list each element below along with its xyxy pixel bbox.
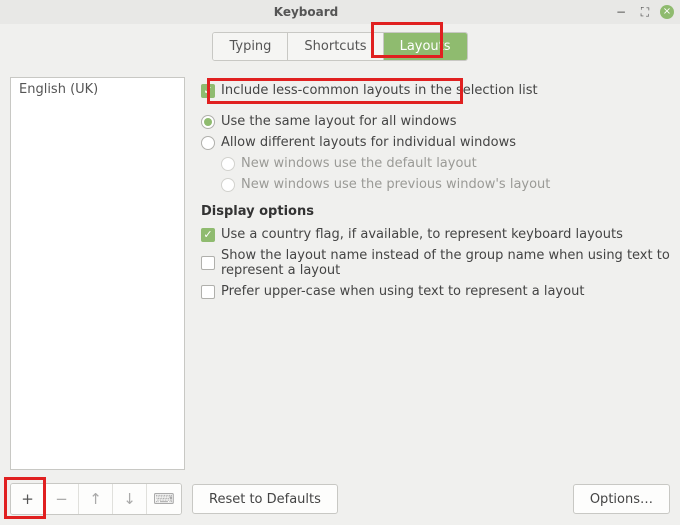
include-less-common-row[interactable]: ✓ Include less-common layouts in the sel… [201, 83, 670, 98]
tab-strip: Typing Shortcuts Layouts [212, 32, 467, 61]
allow-diff-label: Allow different layouts for individual w… [221, 135, 516, 150]
tab-shortcuts[interactable]: Shortcuts [288, 33, 383, 60]
layout-list[interactable]: English (UK) [10, 77, 185, 470]
titlebar: Keyboard − ⛶ × [0, 0, 680, 24]
arrow-down-icon: ↓ [123, 490, 136, 508]
main-area: English (UK) ✓ Include less-common layou… [0, 67, 680, 470]
same-layout-row[interactable]: Use the same layout for all windows [201, 114, 670, 129]
remove-layout-button[interactable]: − [45, 484, 79, 514]
country-flag-row[interactable]: ✓ Use a country flag, if available, to r… [201, 227, 670, 242]
radio-icon[interactable] [201, 136, 215, 150]
reset-defaults-button[interactable]: Reset to Defaults [192, 484, 338, 514]
maximize-icon[interactable]: ⛶ [636, 3, 654, 21]
keyboard-preview-button[interactable]: ⌨ [147, 484, 181, 514]
radio-icon[interactable] [201, 115, 215, 129]
radio-icon [221, 178, 235, 192]
options-button[interactable]: Options… [573, 484, 670, 514]
prefer-upper-label: Prefer upper-case when using text to rep… [221, 284, 584, 299]
prefer-upper-row[interactable]: Prefer upper-case when using text to rep… [201, 284, 670, 299]
checkbox-icon[interactable] [201, 285, 215, 299]
new-win-previous-row: New windows use the previous window's la… [221, 177, 670, 192]
move-down-button[interactable]: ↓ [113, 484, 147, 514]
tab-bar: Typing Shortcuts Layouts [0, 24, 680, 67]
plus-icon: + [21, 490, 34, 508]
list-item[interactable]: English (UK) [11, 78, 184, 101]
checkbox-icon[interactable] [201, 256, 215, 270]
checkbox-icon[interactable]: ✓ [201, 84, 215, 98]
same-layout-label: Use the same layout for all windows [221, 114, 457, 129]
radio-icon [221, 157, 235, 171]
tab-layouts[interactable]: Layouts [384, 33, 467, 60]
close-icon[interactable]: × [660, 5, 674, 19]
window-title: Keyboard [6, 5, 606, 19]
tab-typing[interactable]: Typing [213, 33, 288, 60]
allow-diff-row[interactable]: Allow different layouts for individual w… [201, 135, 670, 150]
include-less-common-label: Include less-common layouts in the selec… [221, 83, 538, 98]
add-layout-button[interactable]: + [11, 484, 45, 514]
content: ✓ Include less-common layouts in the sel… [185, 77, 670, 470]
keyboard-icon: ⌨ [153, 490, 175, 508]
new-win-previous-label: New windows use the previous window's la… [241, 177, 550, 192]
move-up-button[interactable]: ↑ [79, 484, 113, 514]
sidebar: English (UK) [10, 77, 185, 470]
new-win-default-row: New windows use the default layout [221, 156, 670, 171]
minus-icon: − [55, 490, 68, 508]
new-win-default-label: New windows use the default layout [241, 156, 477, 171]
country-flag-label: Use a country flag, if available, to rep… [221, 227, 623, 242]
minimize-icon[interactable]: − [612, 3, 630, 21]
layout-toolbar: + − ↑ ↓ ⌨ [10, 483, 182, 515]
display-options-header: Display options [201, 204, 670, 219]
arrow-up-icon: ↑ [89, 490, 102, 508]
bottom-bar: + − ↑ ↓ ⌨ Reset to Defaults Options… [0, 473, 680, 525]
layout-name-label: Show the layout name instead of the grou… [221, 248, 670, 278]
layout-name-row[interactable]: Show the layout name instead of the grou… [201, 248, 670, 278]
checkbox-icon[interactable]: ✓ [201, 228, 215, 242]
